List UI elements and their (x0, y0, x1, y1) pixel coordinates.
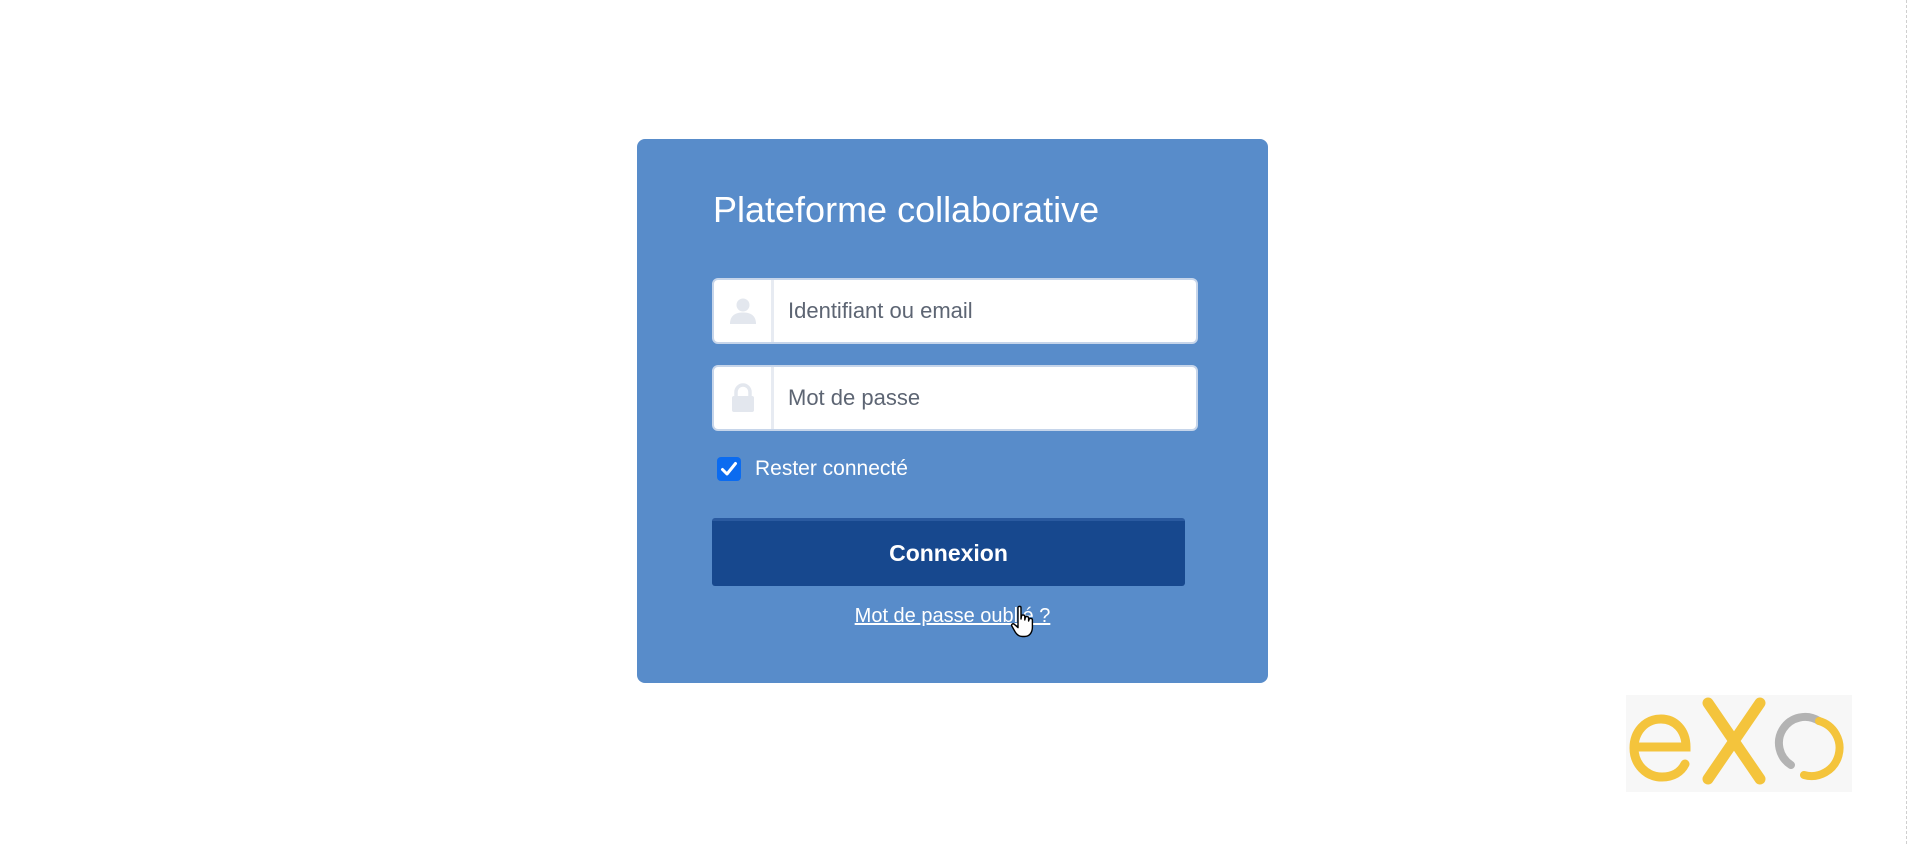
password-field (712, 365, 1198, 431)
remember-me-label: Rester connecté (755, 457, 908, 480)
login-button[interactable]: Connexion (712, 518, 1185, 586)
hand-pointer-icon (1010, 605, 1034, 638)
checkmark-icon (721, 462, 737, 476)
username-input[interactable] (774, 280, 1196, 342)
exo-logo (1626, 695, 1852, 792)
login-card: Plateforme collaborative Identifiant ou … (637, 139, 1268, 683)
remember-me-checkbox[interactable] (717, 457, 741, 481)
forgot-password-link[interactable]: Mot de passe oublié ? (637, 605, 1268, 628)
user-icon (714, 280, 774, 342)
remember-me[interactable]: Rester connecté (717, 457, 908, 481)
lock-icon (714, 367, 774, 429)
login-page: Plateforme collaborative Identifiant ou … (0, 0, 1909, 844)
password-input[interactable] (774, 367, 1196, 429)
username-field (712, 278, 1198, 344)
exo-logo-mark (1629, 697, 1844, 785)
page-title: Plateforme collaborative (713, 189, 1100, 230)
page-divider (1906, 0, 1907, 844)
